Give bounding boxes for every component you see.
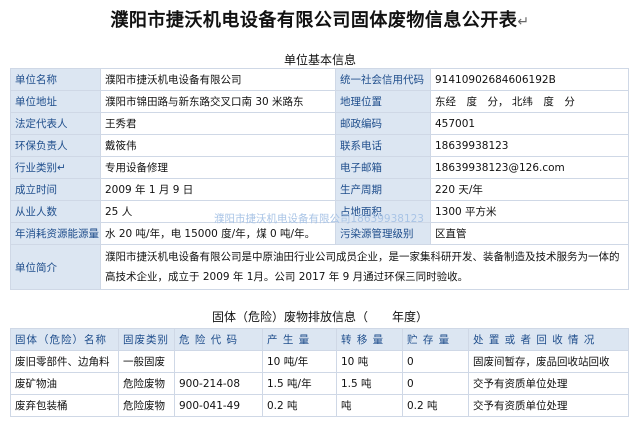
table-cell: 0 [402,372,469,395]
field-label: 电子邮箱 [335,156,431,179]
column-header: 固废类别 [118,328,175,351]
field-label: 联系电话 [335,134,431,157]
table-cell: 废矿物油 [10,372,119,395]
company-intro-text: 濮阳市捷沃机电设备有限公司是中原油田行业公司成员企业，是一家集科研开发、装备制造… [100,244,629,290]
table-cell: 交予有资质单位处理 [468,372,629,395]
table-cell: 吨 [336,394,403,417]
field-label: 单位地址 [10,90,101,113]
table-cell: 0.2 吨 [402,394,469,417]
table-row: 成立时间 2009 年 1 月 9 日生产周期 220 天/年 [10,178,629,201]
field-label: 生产周期 [335,178,431,201]
table-cell: 交予有资质单位处理 [468,394,629,417]
waste-info-heading: 固体（危险）废物排放信息（ 年度） [211,310,428,324]
table-row: 法定代表人 王秀君 邮政编码 457001 [10,112,629,135]
field-value: 91410902684606192B [430,68,629,91]
field-value: 专用设备修理 [100,156,336,179]
field-label: 从业人数 [10,200,101,223]
title-text: 濮阳市捷沃机电设备有限公司固体废物信息公开表 [110,10,518,31]
column-header: 转 移 量 [336,328,403,351]
table-cell: 1.5 吨/年 [262,372,337,395]
waste-info-table: 固体（危险）名称 固废类别危 险 代 码产 生 量转 移 量贮 存 量处 置 或 … [10,328,629,417]
field-value: 濮阳市捷沃机电设备有限公司 [100,68,336,91]
table-cell: 1.5 吨 [336,372,403,395]
table-cell: 废旧零部件、边角料 [10,350,119,373]
table-cell: 一般固废 [118,350,175,373]
table-row: 单位地址 濮阳市锦田路与新东路交叉口南 30 米路东 地理位置 东经 度 分， 北纬 … [10,90,629,113]
table-cell [174,350,263,373]
table-row: 行业类别↵ 专用设备修理 电子邮箱 18639938123@126.com [10,156,629,179]
field-value: 戴筱伟 [100,134,336,157]
paragraph-mark-icon: ↵ [517,14,530,30]
table-row: 废旧零部件、边角料 一般固废 10 吨/年 10 吨 0 固废间暂存，废品回收站回收 [10,350,629,373]
field-label: 地理位置 [335,90,431,113]
table-cell: 废弃包装桶 [10,394,119,417]
table-row: 单位简介 濮阳市捷沃机电设备有限公司是中原油田行业公司成员企业，是一家集科研开发、… [10,244,629,290]
table-cell: 900-214-08 [174,372,263,395]
table-cell: 危险废物 [118,394,175,417]
field-value: 18639938123@126.com [430,156,629,179]
field-value: 区直管 [430,222,629,245]
field-value: 王秀君 [100,112,336,135]
column-header: 处 置 或 者 回 收 情 况 [468,328,629,351]
field-label: 单位简介 [10,244,101,290]
field-value: 东经 度 分， 北纬 度 分 [430,90,629,113]
table-cell: 0.2 吨 [262,394,337,417]
column-header: 贮 存 量 [402,328,469,351]
basic-info-table: 单位名称 濮阳市捷沃机电设备有限公司 统一社会信用代码 914109026846061… [10,68,629,290]
field-label: 成立时间 [10,178,101,201]
table-cell: 0 [402,350,469,373]
field-value: 457001 [430,112,629,135]
table-row: 废矿物油 危险废物 900-214-08 1.5 吨/年 1.5 吨 0 交予有资质单位处理 [10,372,629,395]
basic-info-heading: 单位基本信息 [283,53,356,67]
field-value: 220 天/年 [430,178,629,201]
field-label: 年消耗资源能源量 [10,222,101,245]
table-row: 废弃包装桶 危险废物 900-041-49 0.2 吨吨 0.2 吨交予有资质单位处理 [10,394,629,417]
table-cell: 10 吨/年 [262,350,337,373]
table-cell: 固废间暂存，废品回收站回收 [468,350,629,373]
table-cell: 10 吨 [336,350,403,373]
field-value: 濮阳市锦田路与新东路交叉口南 30 米路东 [100,90,336,113]
field-label: 法定代表人 [10,112,101,135]
field-label: 单位名称 [10,68,101,91]
table-header-row: 固体（危险）名称 固废类别危 险 代 码产 生 量转 移 量贮 存 量处 置 或 … [10,328,629,351]
table-row: 单位名称 濮阳市捷沃机电设备有限公司 统一社会信用代码 914109026846061… [10,68,629,91]
field-label: 行业类别↵ [10,156,101,179]
field-value: 1300 平方米 [430,200,629,223]
table-cell: 900-041-49 [174,394,263,417]
column-header: 危 险 代 码 [174,328,263,351]
field-label: 环保负责人 [10,134,101,157]
table-cell: 危险废物 [118,372,175,395]
column-header: 产 生 量 [262,328,337,351]
watermark: 濮阳市捷沃机电设备有限公司18639938123 [214,213,424,225]
field-label: 统一社会信用代码 [335,68,431,91]
field-label: 邮政编码 [335,112,431,135]
page-title: 濮阳市捷沃机电设备有限公司固体废物信息公开表↵ [0,6,640,32]
field-value: 18639938123 [430,134,629,157]
table-row: 环保负责人 戴筱伟 联系电话 18639938123 [10,134,629,157]
column-header: 固体（危险）名称 [10,328,119,351]
field-value: 2009 年 1 月 9 日 [100,178,336,201]
